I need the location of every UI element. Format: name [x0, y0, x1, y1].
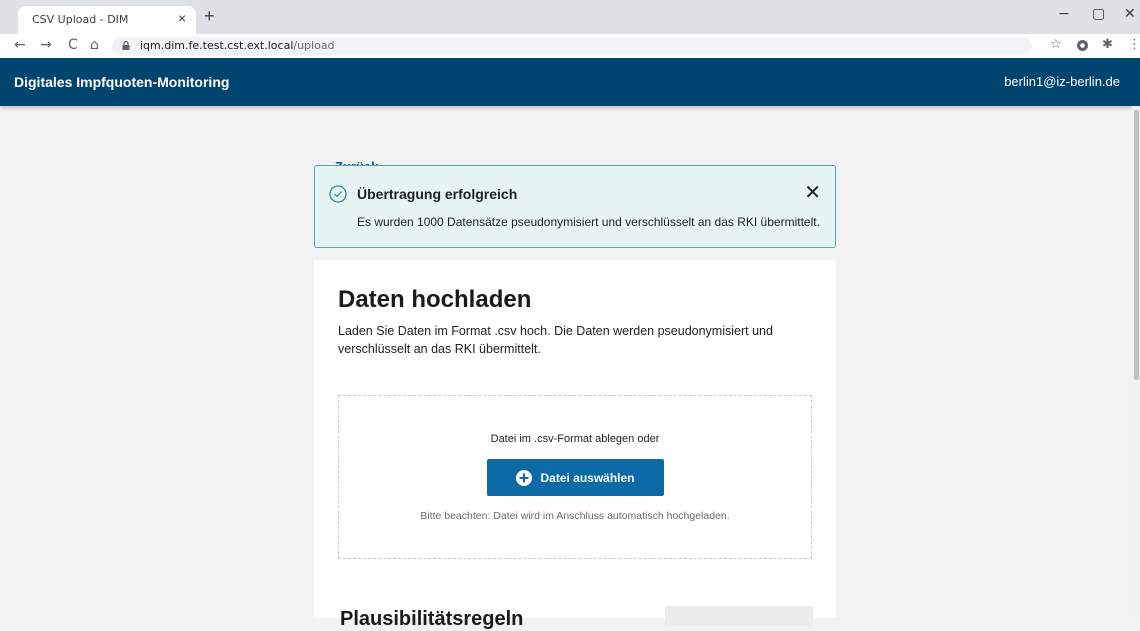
tab-close-icon[interactable]: ×: [178, 10, 186, 26]
address-bar[interactable]: iqm.dim.fe.test.cst.ext.local/upload: [112, 37, 1032, 55]
restore-icon[interactable]: ▢: [1092, 6, 1105, 22]
back-nav-icon[interactable]: ←: [14, 37, 26, 53]
alert-message: Es wurden 1000 Datensätze pseudonymisier…: [357, 215, 820, 229]
user-email[interactable]: berlin1@iz-berlin.de: [1004, 74, 1120, 89]
app-title[interactable]: Digitales Impfquoten-Monitoring: [14, 74, 229, 90]
browser-toolbar: ← → C ⌂ iqm.dim.fe.test.cst.ext.local/up…: [0, 34, 1140, 58]
plausibility-rules-button[interactable]: [665, 606, 813, 626]
tab-title: CSV Upload - DIM: [32, 13, 129, 26]
home-icon[interactable]: ⌂: [90, 37, 99, 53]
success-alert: Übertragung erfolgreich ✕ Es wurden 1000…: [314, 165, 836, 248]
lock-icon: [122, 41, 130, 50]
scrollbar-thumb[interactable]: [1134, 110, 1139, 380]
profile-icon[interactable]: [1076, 39, 1089, 52]
url-host: iqm.dim.fe.test.cst.ext.local: [140, 39, 294, 52]
browser-menu-icon[interactable]: ⋮: [1128, 37, 1140, 52]
window-close-icon[interactable]: ✕: [1124, 6, 1136, 22]
upload-description: Laden Sie Daten im Format .csv hoch. Die…: [338, 324, 773, 356]
forward-nav-icon[interactable]: →: [40, 37, 52, 53]
alert-title: Übertragung erfolgreich: [357, 186, 518, 202]
browser-tab-bar: CSV Upload - DIM × + − ▢ ✕: [0, 0, 1140, 34]
plausibility-rules-title: Plausibilitätsregeln: [340, 608, 524, 630]
select-file-button[interactable]: Datei auswählen: [487, 459, 664, 496]
upload-card: Daten hochladen Laden Sie Daten im Forma…: [314, 260, 836, 630]
page-title: Daten hochladen: [338, 286, 532, 313]
upload-note: Bitte beachten: Datei wird im Anschluss …: [420, 510, 730, 522]
select-file-label: Datei auswählen: [540, 470, 635, 485]
new-tab-icon[interactable]: +: [204, 6, 215, 27]
url-text: iqm.dim.fe.test.cst.ext.local/upload: [140, 39, 335, 52]
file-dropzone[interactable]: Datei im .csv-Format ablegen oder Datei …: [338, 395, 812, 559]
extensions-icon[interactable]: ✱: [1102, 37, 1113, 52]
plus-circle-icon: [516, 469, 533, 486]
close-icon[interactable]: ✕: [804, 180, 821, 205]
bookmark-star-icon[interactable]: ☆: [1050, 37, 1062, 52]
url-path: /upload: [293, 39, 335, 52]
browser-tab[interactable]: CSV Upload - DIM ×: [18, 6, 196, 34]
reload-icon[interactable]: C: [68, 37, 78, 53]
dropzone-text: Datei im .csv-Format ablegen oder: [490, 433, 660, 445]
check-circle-icon: [329, 185, 347, 203]
minimize-icon[interactable]: −: [1058, 6, 1070, 22]
app-header: Digitales Impfquoten-Monitoring berlin1@…: [0, 58, 1140, 106]
